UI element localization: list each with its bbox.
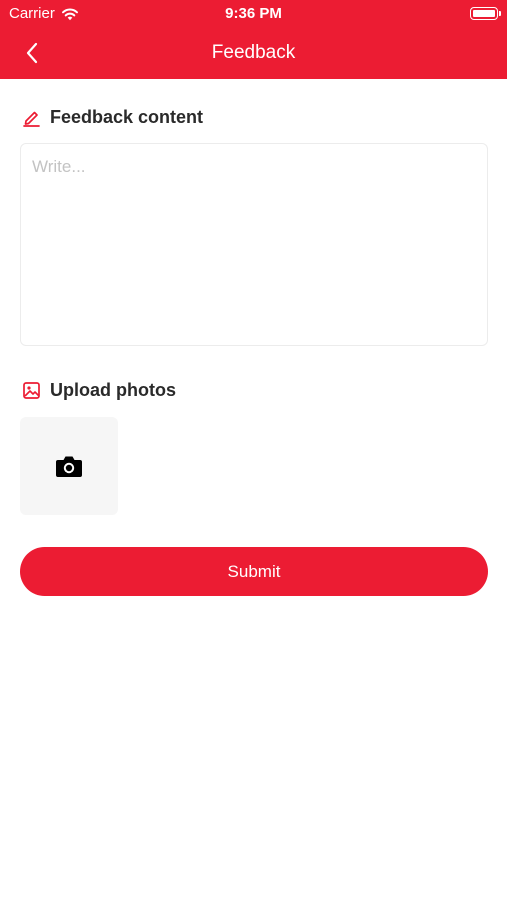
app-header: Carrier 9:36 PM Feedback xyxy=(0,0,507,79)
upload-section-label: Upload photos xyxy=(50,380,176,400)
feedback-textarea[interactable] xyxy=(21,144,487,345)
status-bar: Carrier 9:36 PM xyxy=(0,0,507,28)
battery-full-icon xyxy=(470,7,501,20)
feedback-input-box xyxy=(20,143,488,346)
feedback-section-title: Feedback content xyxy=(22,107,203,128)
submit-button[interactable]: Submit xyxy=(20,547,488,596)
nav-bar: Feedback xyxy=(0,30,507,76)
add-photo-button[interactable] xyxy=(20,417,118,515)
image-icon xyxy=(22,381,41,400)
page-title: Feedback xyxy=(211,42,296,63)
camera-icon xyxy=(56,456,82,477)
pencil-edit-icon xyxy=(22,108,41,127)
feedback-section-label: Feedback content xyxy=(50,107,204,127)
upload-section-title: Upload photos xyxy=(22,380,176,401)
status-time: 9:36 PM xyxy=(225,5,282,22)
